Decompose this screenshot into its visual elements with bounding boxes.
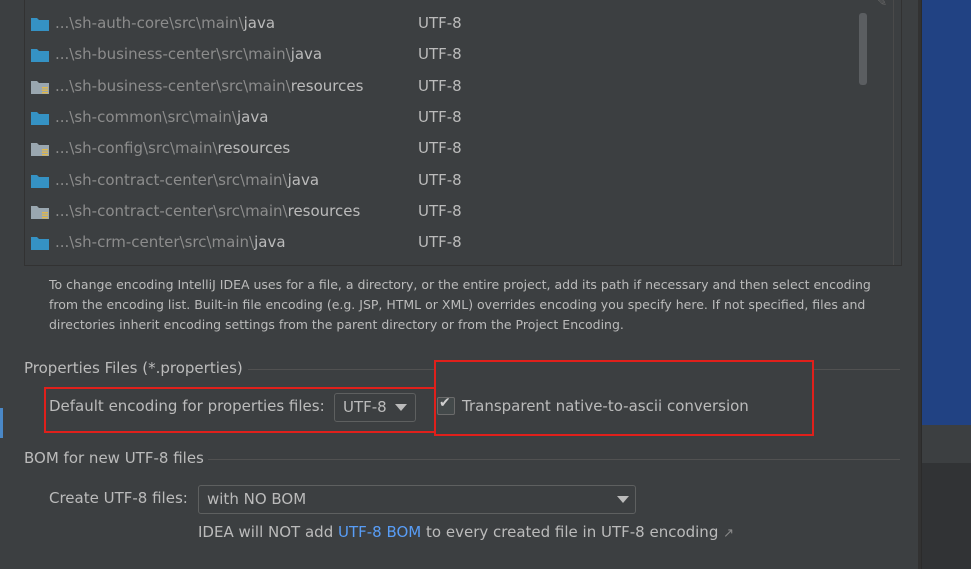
utf8-bom-link[interactable]: UTF-8 BOM xyxy=(338,523,421,541)
path-prefix: ...\sh-business-center\src\main\ xyxy=(55,76,291,95)
row-encoding[interactable]: UTF-8 xyxy=(418,14,462,32)
path-leaf: java xyxy=(290,45,323,64)
annotation-highlight-box xyxy=(434,360,814,436)
row-encoding[interactable]: UTF-8 xyxy=(418,108,462,126)
path-prefix: ...\sh-crm-center\src\main\ xyxy=(55,233,255,252)
bom-select-value: with NO BOM xyxy=(207,490,307,508)
create-utf8-label: Create UTF-8 files: xyxy=(49,489,188,507)
row-encoding[interactable]: UTF-8 xyxy=(418,233,462,251)
path-prefix: ...\sh-common\src\main\ xyxy=(55,107,237,126)
source-folder-icon xyxy=(31,237,49,251)
path-prefix: ...\sh-business-center\src\main\ xyxy=(55,45,291,64)
encoding-help-text: To change encoding IntelliJ IDEA uses fo… xyxy=(49,277,871,332)
row-path: ...\sh-auth-core\src\main\java xyxy=(55,14,275,32)
section-divider xyxy=(248,369,436,370)
bom-select[interactable]: with NO BOM xyxy=(198,485,636,514)
row-encoding[interactable]: UTF-8 xyxy=(418,202,462,220)
section-divider xyxy=(812,369,900,370)
row-path: ...\sh-contract-center\src\main\resource… xyxy=(55,202,360,220)
table-row[interactable]: ...\sh-contract-center\src\main\java UTF-… xyxy=(25,165,865,196)
bom-section-title: BOM for new UTF-8 files xyxy=(24,449,204,467)
editor-lower-panel xyxy=(922,463,971,569)
path-leaf: resources xyxy=(287,201,361,220)
table-row[interactable]: ...\sh-auth-core\src\main\java UTF-8 xyxy=(25,8,865,39)
table-scrollbar[interactable] xyxy=(859,13,867,85)
resources-folder-icon xyxy=(31,80,49,94)
bom-hint-text: to every created file in UTF-8 encoding xyxy=(421,523,719,541)
table-column-divider xyxy=(893,0,894,265)
source-folder-icon xyxy=(31,111,49,125)
path-prefix: ...\sh-contract-center\src\main\ xyxy=(55,201,288,220)
annotation-highlight-box xyxy=(44,387,436,433)
table-row[interactable]: ...\sh-crm-center\src\main\java UTF-8 xyxy=(25,227,865,258)
row-encoding[interactable]: UTF-8 xyxy=(418,45,462,63)
resources-folder-icon xyxy=(31,143,49,157)
dialog-edge xyxy=(918,0,921,569)
row-encoding[interactable]: UTF-8 xyxy=(418,171,462,189)
row-path: ...\sh-crm-center\src\main\java xyxy=(55,233,286,251)
row-path: ...\sh-contract-center\src\main\java xyxy=(55,171,319,189)
row-path: ...\sh-common\src\main\java xyxy=(55,108,268,126)
chevron-down-icon xyxy=(617,496,629,503)
row-path: ...\sh-business-center\src\main\resource… xyxy=(55,77,363,95)
section-divider xyxy=(208,459,900,460)
path-leaf: resources xyxy=(290,76,364,95)
table-row[interactable]: ...\sh-business-center\src\main\java UTF-… xyxy=(25,39,865,70)
row-path: ...\sh-config\src\main\resources xyxy=(55,139,290,157)
path-leaf: java xyxy=(236,107,269,126)
table-row[interactable]: ...\sh-business-center\src\main\resource… xyxy=(25,71,865,102)
source-folder-icon xyxy=(31,18,49,31)
source-folder-icon xyxy=(31,174,49,188)
path-leaf: java xyxy=(254,233,286,252)
edit-icon[interactable]: ✎ xyxy=(877,0,887,9)
path-prefix: ...\sh-auth-core\src\main\ xyxy=(55,14,244,32)
path-prefix: ...\sh-config\src\main\ xyxy=(55,139,218,158)
row-encoding[interactable]: UTF-8 xyxy=(418,77,462,95)
external-link-icon[interactable]: ↗ xyxy=(723,526,734,541)
row-encoding[interactable]: UTF-8 xyxy=(418,139,462,157)
table-row[interactable]: ...\sh-contract-center\src\main\resource… xyxy=(25,196,865,227)
row-path: ...\sh-business-center\src\main\java xyxy=(55,45,322,63)
path-prefix: ...\sh-contract-center\src\main\ xyxy=(55,170,288,189)
resources-folder-icon xyxy=(31,205,49,219)
path-leaf: java xyxy=(287,170,320,189)
path-leaf: resources xyxy=(217,139,291,158)
path-leaf: java xyxy=(243,14,276,32)
path-encoding-table[interactable]: ...\sh-auth-core\src\main\java UTF-8 ...\s… xyxy=(24,0,902,266)
editor-status-strip xyxy=(922,425,971,463)
bom-hint: IDEA will NOT add UTF-8 BOM to every cre… xyxy=(198,523,734,541)
editor-selection-background xyxy=(922,0,971,425)
source-folder-icon xyxy=(31,49,49,63)
left-selection-accent xyxy=(0,408,3,438)
table-row[interactable]: ...\sh-config\src\main\resources UTF-8 xyxy=(25,133,865,164)
table-row[interactable]: ...\sh-common\src\main\java UTF-8 xyxy=(25,102,865,133)
properties-section-title: Properties Files (*.properties) xyxy=(24,359,243,377)
bom-hint-text: IDEA will NOT add xyxy=(198,523,338,541)
